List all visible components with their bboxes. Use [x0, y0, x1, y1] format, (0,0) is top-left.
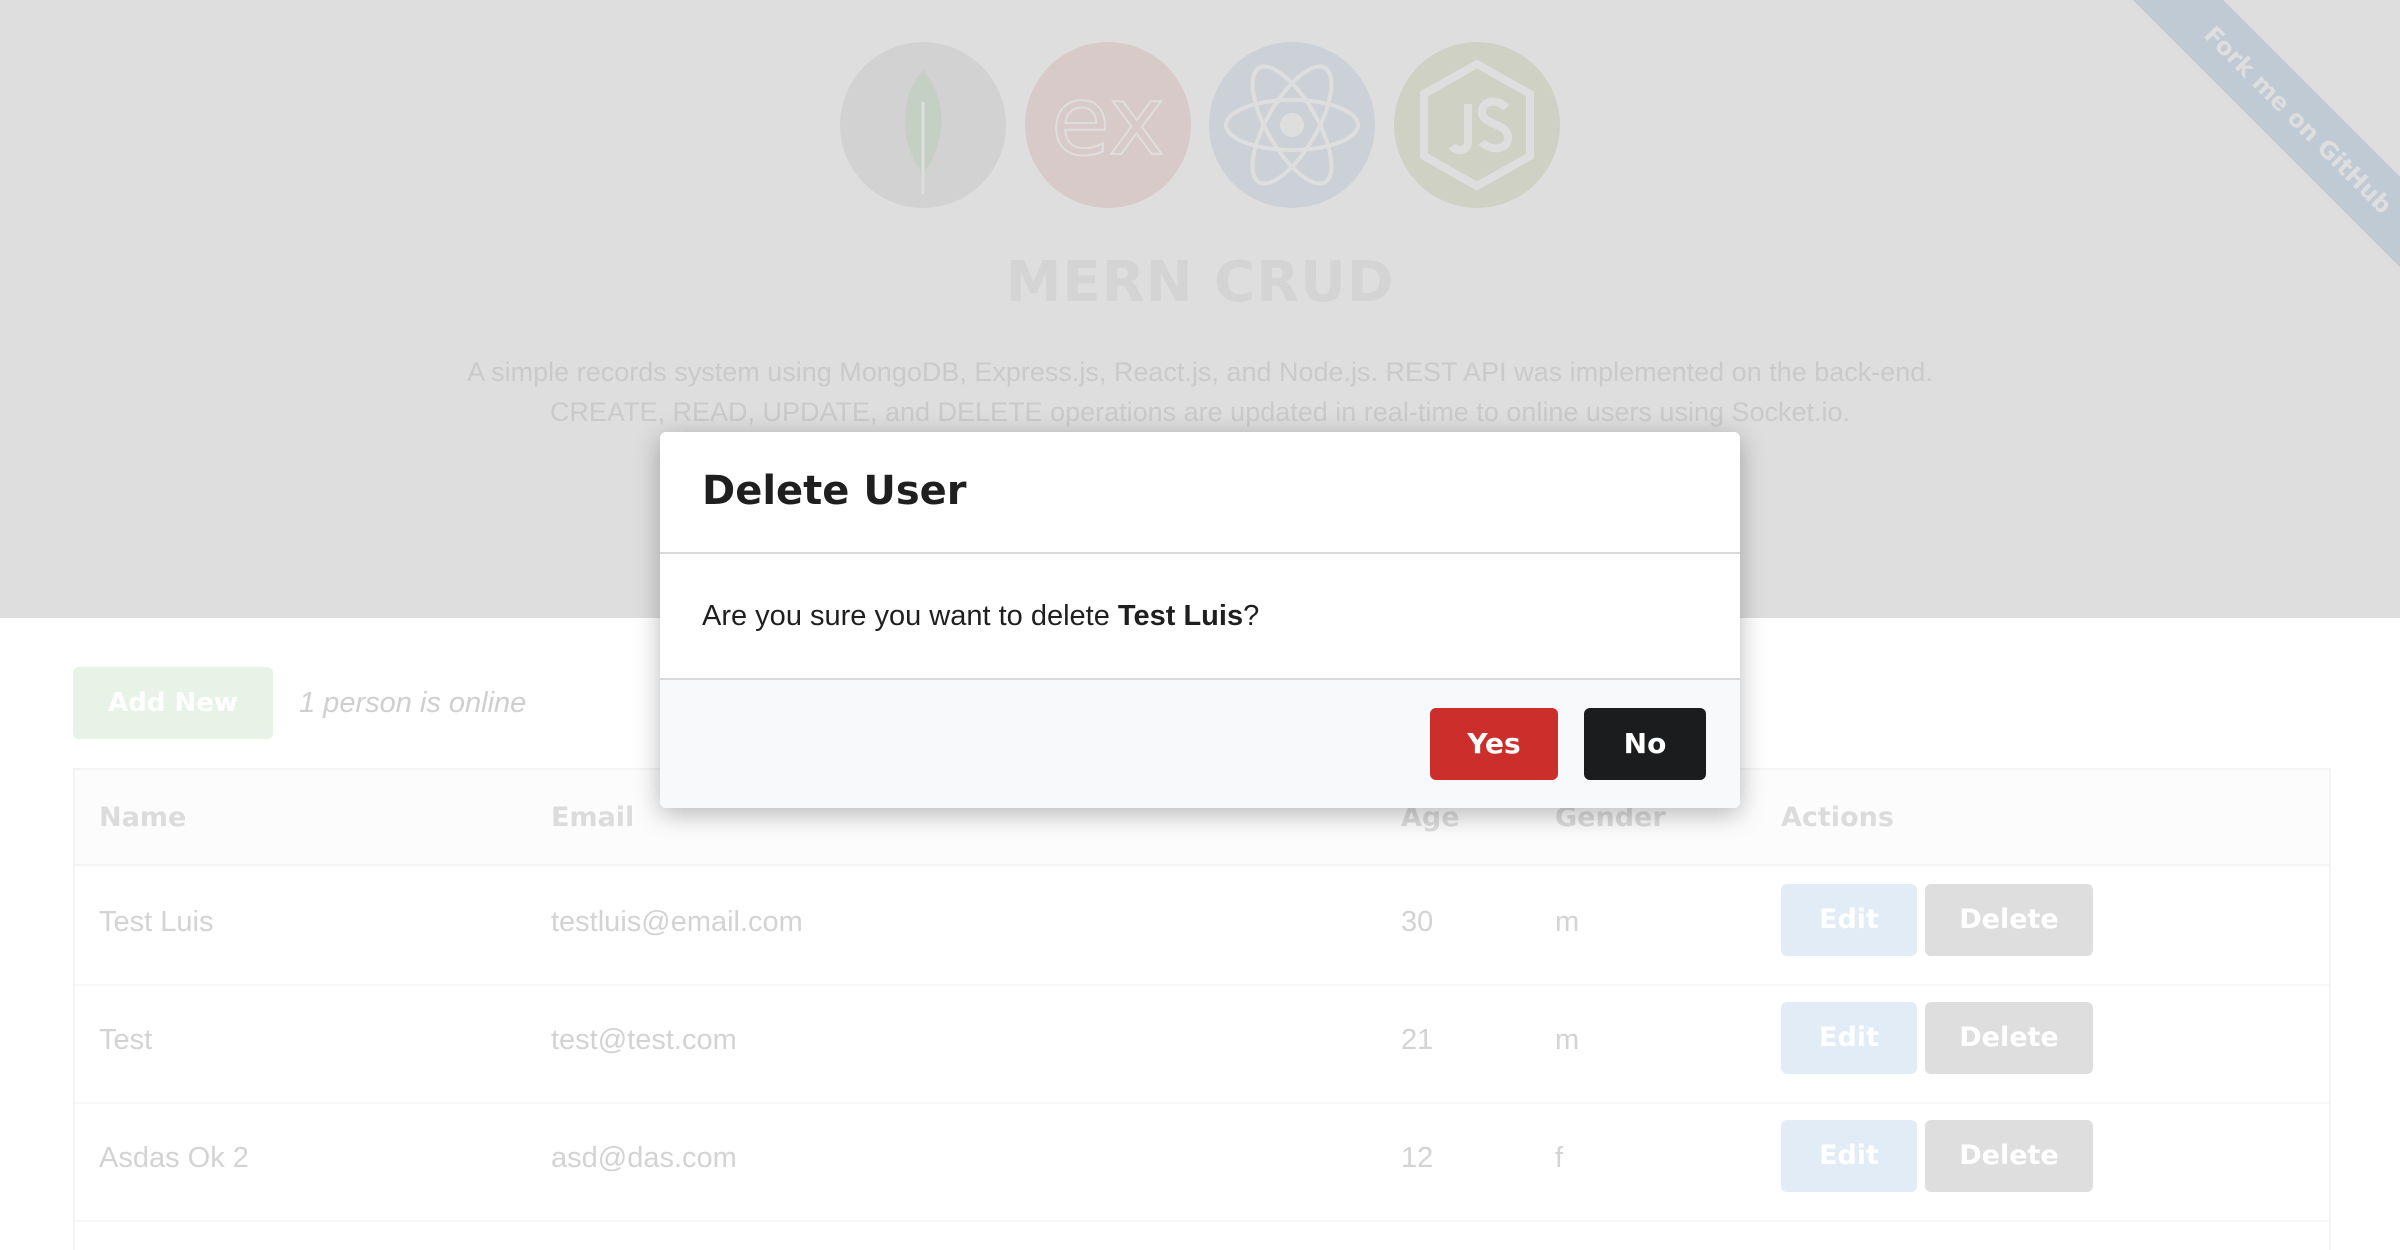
cell-gender: m: [1555, 1024, 1580, 1056]
edit-button[interactable]: Edit: [1781, 1002, 1917, 1074]
edit-button[interactable]: Edit: [1781, 1120, 1917, 1192]
modal-target-name: Test Luis: [1117, 600, 1244, 632]
cell-name: Test Luis: [99, 906, 214, 938]
cell-gender: m: [1555, 906, 1580, 938]
delete-button[interactable]: Delete: [1925, 1120, 2093, 1192]
online-count-text: 1 person is online: [299, 687, 527, 719]
modal-body: Are you sure you want to delete Test Lui…: [660, 554, 1740, 680]
table-row: Asdas Ok 2 asd@das.com 12 f Edit Delete: [75, 1102, 2329, 1222]
delete-button[interactable]: Delete: [1925, 884, 2093, 956]
modal-title: Delete User: [702, 468, 967, 514]
page: ex MERN CRUD A simple records system usi…: [0, 0, 2400, 1250]
edit-button[interactable]: Edit: [1781, 884, 1917, 956]
modal-header: Delete User: [660, 432, 1740, 554]
users-table: Name Email Age Gender Actions Test Luis …: [73, 768, 2331, 1250]
yes-button[interactable]: Yes: [1430, 708, 1558, 780]
cell-email: asd@das.com: [551, 1142, 737, 1174]
modal-footer: Yes No: [660, 680, 1740, 808]
cell-age: 30: [1401, 906, 1434, 938]
delete-button[interactable]: Delete: [1925, 1002, 2093, 1074]
cell-email: test@test.com: [551, 1024, 737, 1056]
cell-name: Asdas Ok 2: [99, 1142, 249, 1174]
column-header-actions: Actions: [1781, 802, 1894, 833]
table-row: Test Luis testluis@email.com 30 m Edit D…: [75, 866, 2329, 986]
delete-user-modal: Delete User Are you sure you want to del…: [660, 432, 1740, 808]
table-row: Test test@test.com 21 m Edit Delete: [75, 984, 2329, 1104]
no-button[interactable]: No: [1584, 708, 1706, 780]
modal-message-prefix: Are you sure you want to delete: [702, 600, 1118, 632]
modal-message: Are you sure you want to delete Test Lui…: [702, 600, 1259, 633]
cell-gender: f: [1555, 1142, 1564, 1174]
cell-age: 21: [1401, 1024, 1434, 1056]
modal-message-suffix: ?: [1243, 600, 1260, 632]
cell-name: Test: [99, 1024, 153, 1056]
cell-age: 12: [1401, 1142, 1434, 1174]
column-header-name: Name: [99, 802, 187, 833]
add-new-button[interactable]: Add New: [73, 667, 273, 739]
cell-email: testluis@email.com: [551, 906, 803, 938]
column-header-email: Email: [551, 802, 635, 833]
